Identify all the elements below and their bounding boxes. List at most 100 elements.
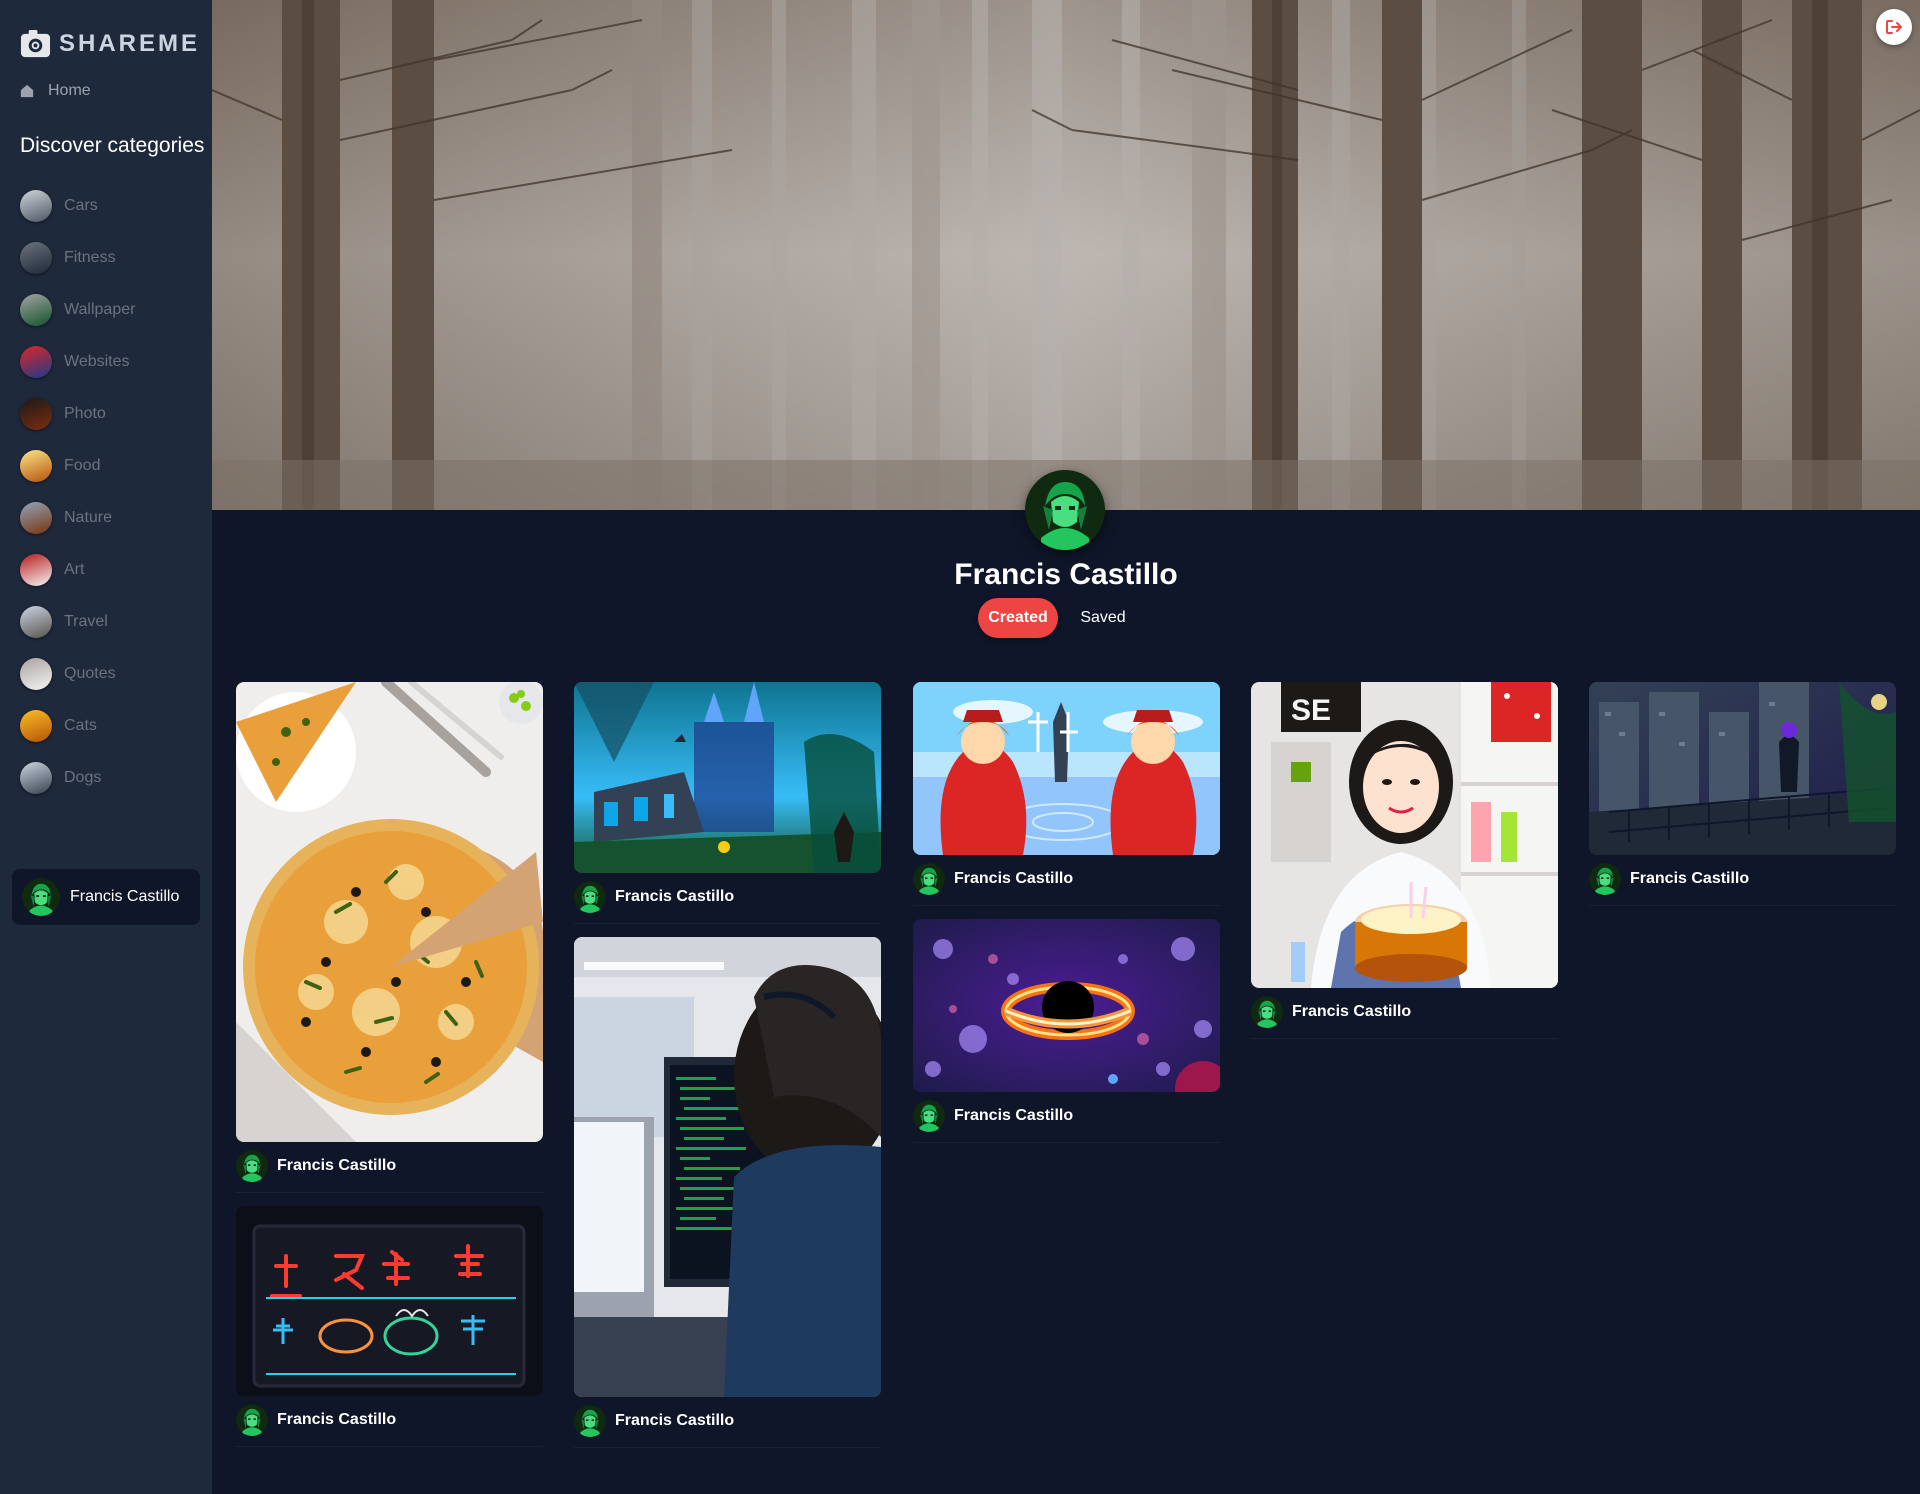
sidebar-item-label: Travel xyxy=(64,613,108,630)
sidebar-item-wallpaper[interactable]: Wallpaper xyxy=(20,284,135,336)
sidebar-item-art[interactable]: Art xyxy=(20,544,135,596)
sidebar-item-fitness[interactable]: Fitness xyxy=(20,232,135,284)
sidebar-item-travel[interactable]: Travel xyxy=(20,596,135,648)
pin-author[interactable]: Francis Castillo xyxy=(574,881,881,924)
sidebar-item-label: Photo xyxy=(64,405,106,422)
sidebar-item-label: Cars xyxy=(64,197,98,214)
pin-card[interactable]: Francis Castillo xyxy=(913,682,1220,906)
profile-banner xyxy=(212,0,1920,510)
pin-image[interactable] xyxy=(913,919,1220,1092)
sidebar-item-photo[interactable]: Photo xyxy=(20,388,135,440)
pin-card[interactable]: Francis Castillo xyxy=(574,682,881,924)
pin-card[interactable]: Francis Castillo xyxy=(913,919,1220,1143)
pin-image[interactable] xyxy=(913,682,1220,855)
logout-button[interactable] xyxy=(1876,9,1912,45)
pin-image[interactable] xyxy=(236,1206,543,1396)
pin-author[interactable]: Francis Castillo xyxy=(574,1405,881,1448)
pin-card[interactable]: Francis Castillo xyxy=(236,1206,543,1447)
pin-image[interactable] xyxy=(574,937,881,1397)
pin-author-name: Francis Castillo xyxy=(1630,870,1750,887)
pin-card[interactable]: Francis Castillo xyxy=(236,682,543,1193)
sidebar-home-link[interactable]: Home xyxy=(20,82,91,100)
sidebar-item-label: Quotes xyxy=(64,665,116,682)
sidebar-item-quotes[interactable]: Quotes xyxy=(20,648,135,700)
category-list: Cars Fitness Wallpaper Websites Photo Food Nat… xyxy=(20,180,135,804)
pin-author[interactable]: Francis Castillo xyxy=(236,1404,543,1447)
user-avatar xyxy=(1589,863,1621,895)
pin-author[interactable]: Francis Castillo xyxy=(1589,863,1896,906)
user-avatar xyxy=(574,881,606,913)
nature-thumb xyxy=(20,502,52,534)
birthday-cake-image: SE xyxy=(1251,682,1558,988)
dogs-thumb xyxy=(20,762,52,794)
pizza-image xyxy=(236,682,543,1142)
pin-image[interactable] xyxy=(574,682,881,873)
sidebar-item-food[interactable]: Food xyxy=(20,440,135,492)
pin-image[interactable] xyxy=(1589,682,1896,855)
fantasy-castle-image xyxy=(574,682,881,873)
art-thumb xyxy=(20,554,52,586)
profile-avatar xyxy=(1025,470,1105,550)
sidebar-item-websites[interactable]: Websites xyxy=(20,336,135,388)
sidebar-profile-link[interactable]: Francis Castillo xyxy=(12,869,200,925)
profile-name: Francis Castillo xyxy=(954,558,1178,591)
sidebar-item-label: Food xyxy=(64,457,101,474)
sidebar-item-dogs[interactable]: Dogs xyxy=(20,752,135,804)
sidebar-item-cars[interactable]: Cars xyxy=(20,180,135,232)
tab-saved[interactable]: Saved xyxy=(1068,598,1138,638)
sidebar-item-label: Nature xyxy=(64,509,113,526)
home-icon xyxy=(20,84,34,98)
discover-heading: Discover categories xyxy=(20,134,205,157)
pin-author-name: Francis Castillo xyxy=(615,888,735,905)
sidebar-item-label: Cats xyxy=(64,717,97,734)
sidebar-item-label: Art xyxy=(64,561,85,578)
neon-sign-image xyxy=(236,1206,543,1396)
pin-author[interactable]: Francis Castillo xyxy=(236,1150,543,1193)
city-balcony-image xyxy=(1589,682,1896,855)
user-avatar xyxy=(574,1405,606,1437)
sidebar: SHAREME Home Discover categories Cars Fit… xyxy=(0,0,212,1494)
sidebar-item-label: Wallpaper xyxy=(64,301,136,318)
travel-thumb xyxy=(20,606,52,638)
app-root: SHAREME Home Discover categories Cars Fit… xyxy=(0,0,1920,1494)
home-label: Home xyxy=(48,82,91,99)
fitness-thumb xyxy=(20,242,52,274)
pin-author[interactable]: Francis Castillo xyxy=(1251,996,1558,1039)
sidebar-item-label: Dogs xyxy=(64,769,102,786)
pin-author-name: Francis Castillo xyxy=(954,870,1074,887)
pin-image[interactable] xyxy=(236,682,543,1142)
logout-icon xyxy=(1886,20,1902,34)
photo-thumb xyxy=(20,398,52,430)
logo[interactable]: SHAREME xyxy=(20,28,200,59)
cats-thumb xyxy=(20,710,52,742)
camera-icon xyxy=(20,29,51,58)
pin-author-name: Francis Castillo xyxy=(615,1412,735,1429)
forest-banner-image xyxy=(212,0,1920,510)
svg-text:SE: SE xyxy=(1291,694,1331,727)
profile-tabs: Created Saved xyxy=(978,598,1138,638)
pin-card[interactable]: SE Francis Castillo xyxy=(1251,682,1558,1039)
pin-author-name: Francis Castillo xyxy=(277,1411,397,1428)
user-avatar xyxy=(236,1150,268,1182)
tab-created[interactable]: Created xyxy=(978,598,1058,638)
sidebar-item-label: Fitness xyxy=(64,249,116,266)
pin-author-name: Francis Castillo xyxy=(1292,1003,1412,1020)
sidebar-item-nature[interactable]: Nature xyxy=(20,492,135,544)
quotes-thumb xyxy=(20,658,52,690)
programmer-image xyxy=(574,937,881,1397)
pin-card[interactable]: Francis Castillo xyxy=(574,937,881,1448)
pin-card[interactable]: Francis Castillo xyxy=(1589,682,1896,906)
black-hole-image xyxy=(913,919,1220,1092)
websites-thumb xyxy=(20,346,52,378)
pin-author[interactable]: Francis Castillo xyxy=(913,863,1220,906)
user-avatar xyxy=(236,1404,268,1436)
pin-author[interactable]: Francis Castillo xyxy=(913,1100,1220,1143)
pin-author-name: Francis Castillo xyxy=(954,1107,1074,1124)
user-avatar xyxy=(913,863,945,895)
logo-text: SHAREME xyxy=(59,29,201,57)
pin-image[interactable]: SE xyxy=(1251,682,1558,988)
anime-characters-image xyxy=(913,682,1220,855)
sidebar-item-label: Websites xyxy=(64,353,130,370)
sidebar-profile-name: Francis Castillo xyxy=(70,888,180,905)
sidebar-item-cats[interactable]: Cats xyxy=(20,700,135,752)
